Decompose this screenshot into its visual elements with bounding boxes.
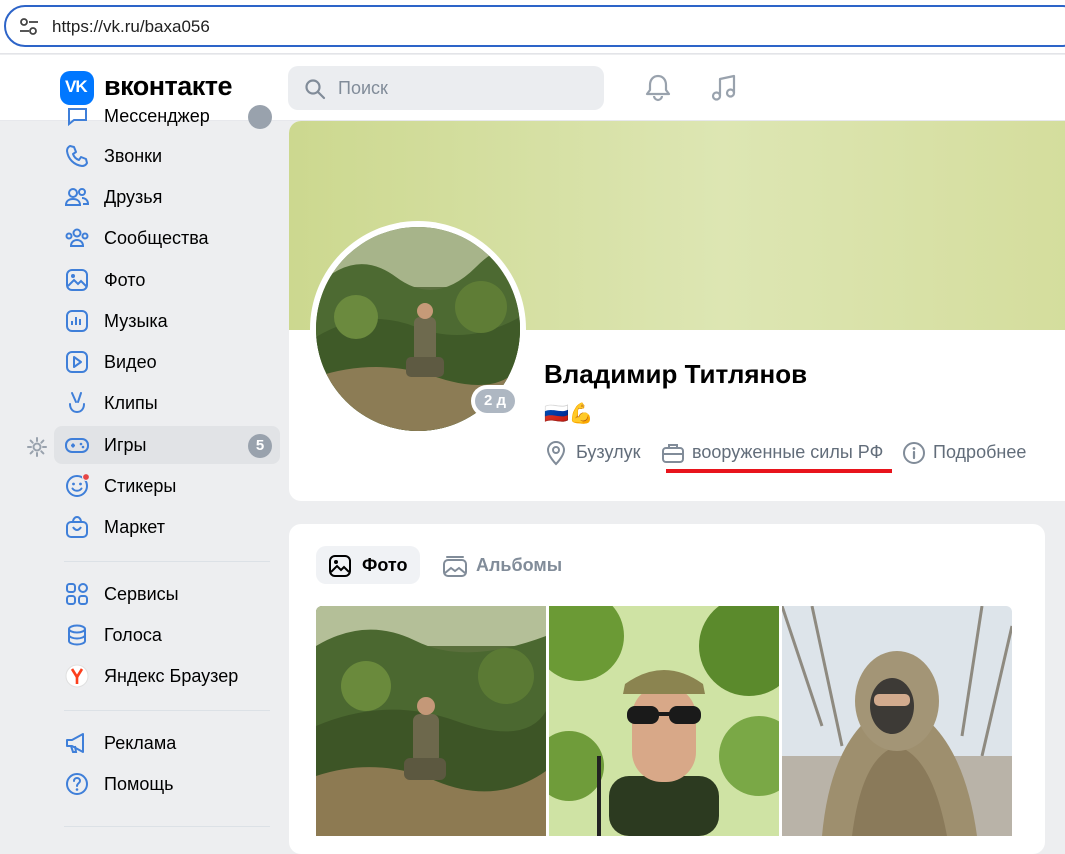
url-field[interactable]: https://vk.ru/baxa056	[4, 5, 1065, 47]
menu-item-market[interactable]: Маркет	[54, 508, 280, 546]
photo-thumbnail[interactable]	[549, 606, 779, 836]
grid-icon	[66, 583, 88, 605]
menu-item-music[interactable]: Музыка	[54, 302, 280, 340]
menu-item-label: Друзья	[104, 187, 163, 207]
city-label: Бузулук	[576, 442, 641, 462]
info-icon	[903, 442, 925, 464]
menu-item-label: Голоса	[104, 625, 162, 645]
menu-item-label: Стикеры	[104, 476, 177, 496]
menu-item-ads[interactable]: Реклама	[54, 724, 280, 762]
tab-label: Альбомы	[476, 555, 563, 575]
left-menu: Мессенджер Звонки Друзья Сообщества Фото…	[0, 105, 290, 843]
menu-item-label: Маркет	[104, 517, 165, 537]
work-label: вооруженные силы РФ	[692, 442, 884, 462]
menu-item-yandex[interactable]: Яндекс Браузер	[54, 657, 280, 695]
menu-item-label: Сообщества	[104, 228, 209, 248]
site-settings-icon[interactable]	[18, 16, 40, 38]
red-underline-annotation	[666, 469, 892, 473]
bag-icon	[66, 515, 88, 538]
menu-item-votes[interactable]: Голоса	[54, 616, 280, 654]
menu-item-help[interactable]: Помощь	[54, 765, 280, 803]
tab-label: Фото	[362, 555, 408, 575]
megaphone-icon	[66, 733, 84, 753]
last-seen-badge: 2 д	[475, 389, 515, 413]
menu-item-services[interactable]: Сервисы	[54, 575, 280, 613]
menu-item-label: Звонки	[104, 146, 163, 166]
profile-status[interactable]: 🇷🇺💪	[544, 401, 594, 426]
search-icon	[305, 79, 326, 100]
video-icon	[66, 351, 88, 373]
phone-icon	[66, 145, 88, 167]
menu-item-label: Яндекс Браузер	[104, 666, 239, 686]
menu-item-label: Реклама	[104, 733, 177, 753]
bell-icon[interactable]	[642, 72, 674, 104]
menu-item-label: Помощь	[104, 774, 174, 794]
search-box[interactable]	[288, 66, 604, 110]
vk-logo-text: VK	[65, 77, 88, 96]
menu-item-label: Музыка	[104, 311, 168, 331]
menu-item-label: Сервисы	[104, 584, 179, 604]
menu-divider	[64, 710, 270, 711]
photo-icon	[66, 269, 88, 291]
music-note-icon[interactable]	[708, 72, 740, 104]
coins-icon	[68, 624, 86, 646]
photo-thumbnail[interactable]	[782, 606, 1012, 836]
menu-item-label: Мессенджер	[104, 106, 210, 126]
gamepad-icon	[65, 438, 89, 453]
menu-item-label: Клипы	[104, 393, 158, 413]
menu-item-stickers[interactable]: Стикеры	[54, 467, 280, 505]
menu-item-photos[interactable]: Фото	[54, 261, 280, 299]
friends-icon	[64, 188, 90, 206]
photo-thumbnail[interactable]	[316, 606, 546, 836]
menu-divider	[64, 826, 270, 827]
yandex-icon	[65, 664, 89, 688]
help-icon	[66, 773, 88, 795]
smile-icon	[66, 473, 90, 497]
chat-icon	[68, 108, 87, 127]
location-icon	[546, 440, 566, 466]
profile-name: Владимир Титлянов	[544, 359, 808, 389]
tab-albums[interactable]: Альбомы	[430, 546, 570, 584]
briefcase-icon	[662, 444, 684, 463]
menu-item-badge	[248, 105, 272, 129]
menu-item-label: Видео	[104, 352, 157, 372]
menu-item-calls[interactable]: Звонки	[54, 137, 280, 175]
menu-divider	[64, 561, 270, 562]
clips-icon	[69, 392, 85, 414]
tab-photos[interactable]: Фото	[316, 546, 420, 584]
search-input[interactable]	[338, 76, 588, 100]
menu-item-clips[interactable]: Клипы	[54, 384, 280, 422]
albums-icon	[443, 556, 467, 577]
menu-item-games[interactable]: Игры 5	[54, 426, 280, 464]
menu-item-communities[interactable]: Сообщества	[54, 219, 280, 257]
gear-icon[interactable]	[26, 436, 48, 458]
menu-item-friends[interactable]: Друзья	[54, 178, 280, 216]
menu-item-label: Игры	[104, 435, 147, 455]
menu-item-messenger[interactable]: Мессенджер	[54, 97, 280, 135]
games-badge: 5	[248, 434, 272, 458]
profile-card: 2 д Владимир Титлянов 🇷🇺💪 Бузулук вооруж…	[289, 121, 1065, 501]
online-indicator: 2 д	[471, 385, 519, 417]
browser-address-bar: https://vk.ru/baxa056	[0, 0, 1065, 54]
more-label: Подробнее	[933, 442, 1027, 462]
url-text[interactable]: https://vk.ru/baxa056	[52, 17, 210, 37]
music-icon	[66, 310, 88, 332]
menu-item-video[interactable]: Видео	[54, 343, 280, 381]
communities-icon	[65, 228, 89, 247]
menu-item-label: Фото	[104, 270, 146, 290]
photo-icon	[329, 555, 351, 577]
photos-block: Фото Альбомы	[289, 524, 1045, 854]
